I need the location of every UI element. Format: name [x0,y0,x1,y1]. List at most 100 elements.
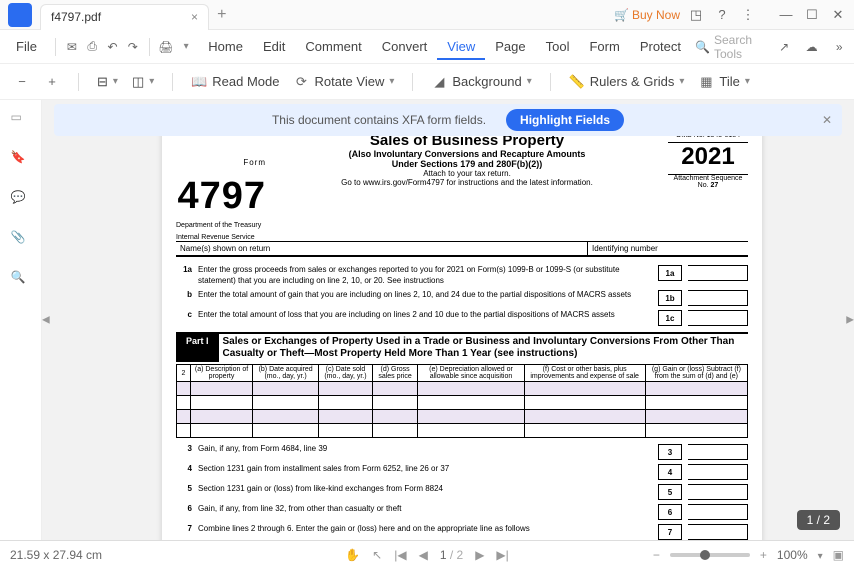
more-icon[interactable]: ⋮ [738,7,758,23]
background-btn[interactable]: ◢Background [431,74,531,90]
redo-icon[interactable]: ↷ [125,36,141,58]
background-icon: ◢ [431,74,447,90]
val-4[interactable] [688,464,748,480]
bookmarks-icon[interactable]: 🔖 [11,150,31,170]
menu-protect[interactable]: Protect [630,35,691,58]
xfa-banner: This document contains XFA form fields. … [54,104,842,136]
val-1c[interactable] [688,310,748,326]
names-label: Name(s) shown on return [176,242,588,255]
col-0: 2 [177,365,191,382]
hand-tool-icon[interactable]: ✋ [345,548,360,562]
page-display-btn[interactable]: ◫ [132,74,154,90]
buy-now-link[interactable]: 🛒 Buy Now [614,8,680,22]
tile-icon: ▦ [698,74,714,90]
export-icon[interactable]: 🖨 [158,36,174,58]
zoom-out-status-icon[interactable]: − [653,548,660,562]
menu-comment[interactable]: Comment [295,35,371,58]
line-1c-text: Enter the total amount of loss that you … [198,310,648,320]
fit-page-icon[interactable]: ▣ [833,548,844,562]
ruler-icon: 📏 [569,74,585,90]
val-1a[interactable] [688,265,748,281]
search-tools[interactable]: 🔍 Search Tools [695,33,765,61]
last-page-icon[interactable]: ▶| [496,548,508,562]
panel-expand-left-icon[interactable]: ◀ [42,315,50,326]
val-1b[interactable] [688,290,748,306]
page-input[interactable]: 1 / 2 [440,548,463,562]
export-dropdown-icon[interactable] [178,36,194,58]
seq-no: 27 [711,182,719,189]
menu-view[interactable]: View [437,35,485,60]
menu-form[interactable]: Form [579,35,629,58]
attachments-icon[interactable]: 📎 [11,230,31,250]
line-3-text: Gain, if any, from Form 4684, line 39 [198,444,648,454]
line-1c-num: c [176,310,192,319]
box-3[interactable]: 3 [658,444,682,460]
val-3[interactable] [688,444,748,460]
notifications-icon[interactable]: ◳ [686,7,706,23]
box-1c[interactable]: 1c [658,310,682,326]
zoom-in-icon[interactable]: + [44,74,60,90]
line-5-text: Section 1231 gain or (loss) from like-ki… [198,484,648,494]
zoom-out-icon[interactable]: − [14,74,30,90]
line-1b-num: b [176,290,192,299]
rulers-grids-btn[interactable]: 📏Rulers & Grids [569,74,685,90]
banner-close-icon[interactable]: ✕ [822,113,832,127]
search-panel-icon[interactable]: 🔍 [11,270,31,290]
select-tool-icon[interactable]: ↖ [372,548,382,562]
line-1a-num: 1a [176,265,192,274]
dept-irs: Internal Revenue Service [176,234,266,242]
tab-close-icon[interactable]: × [191,10,198,24]
xfa-message: This document contains XFA form fields. [272,113,486,127]
menu-convert[interactable]: Convert [372,35,438,58]
form-subtitle2: Under Sections 179 and 280F(b)(2)) [274,159,660,169]
mail-icon[interactable]: ✉ [64,36,80,58]
col-1: (a) Description of property [191,365,253,382]
box-7[interactable]: 7 [658,524,682,540]
tile-btn[interactable]: ▦Tile [698,74,750,90]
zoom-dropdown-icon[interactable] [818,548,823,562]
thumbnails-icon[interactable]: ▭ [11,110,31,130]
box-4[interactable]: 4 [658,464,682,480]
close-window-icon[interactable]: ✕ [828,7,848,23]
expand-icon[interactable]: » [830,36,848,58]
menu-edit[interactable]: Edit [253,35,295,58]
property-table: 2(a) Description of property(b) Date acq… [176,364,748,438]
undo-icon[interactable]: ↶ [104,36,120,58]
form-label: Form [243,158,266,167]
zoom-percent[interactable]: 100% [777,548,808,562]
box-6[interactable]: 6 [658,504,682,520]
line-7-text: Combine lines 2 through 6. Enter the gai… [198,524,648,534]
val-7[interactable] [688,524,748,540]
cloud-icon[interactable]: ☁ [803,36,821,58]
print-icon[interactable]: ⎙ [84,36,100,58]
val-5[interactable] [688,484,748,500]
box-1a[interactable]: 1a [658,265,682,281]
read-mode-btn[interactable]: 📖Read Mode [191,74,279,90]
rotate-view-btn[interactable]: ⟳Rotate View [293,74,394,90]
box-1b[interactable]: 1b [658,290,682,306]
maximize-icon[interactable]: ☐ [802,7,822,23]
zoom-slider[interactable] [670,553,750,557]
page-badge: 1 / 2 [797,510,840,530]
first-page-icon[interactable]: |◀ [394,548,406,562]
line-6-num: 6 [176,504,192,513]
menu-page[interactable]: Page [485,35,535,58]
new-tab-icon[interactable]: + [217,6,226,24]
line-1a-text: Enter the gross proceeds from sales or e… [198,265,648,286]
help-icon[interactable]: ? [712,7,732,22]
prev-page-icon[interactable]: ◀ [419,548,428,562]
document-tab[interactable]: f4797.pdf × [40,4,209,30]
menu-home[interactable]: Home [198,35,253,58]
highlight-fields-btn[interactable]: Highlight Fields [506,109,624,131]
box-5[interactable]: 5 [658,484,682,500]
minimize-icon[interactable]: — [776,7,796,22]
zoom-in-status-icon[interactable]: + [760,548,767,562]
fit-width-btn[interactable]: ⊟ [97,74,118,90]
menu-tool[interactable]: Tool [536,35,580,58]
panel-expand-right-icon[interactable]: ▶ [846,315,854,326]
comments-icon[interactable]: 💬 [11,190,31,210]
next-page-icon[interactable]: ▶ [475,548,484,562]
val-6[interactable] [688,504,748,520]
file-menu[interactable]: File [6,35,47,58]
share-icon[interactable]: ↗ [775,36,793,58]
